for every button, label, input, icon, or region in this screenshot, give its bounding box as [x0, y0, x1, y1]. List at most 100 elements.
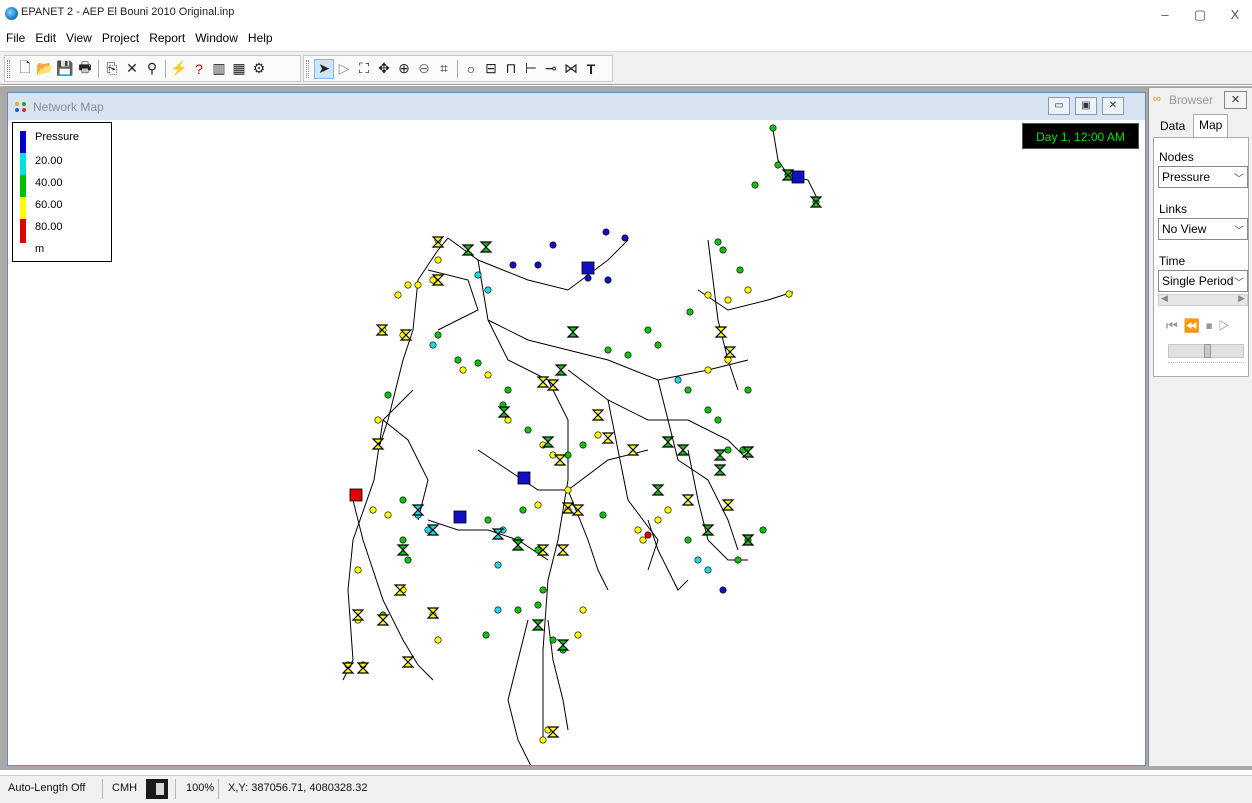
- junction-node[interactable]: [704, 406, 712, 414]
- browser-caption[interactable]: ∞ Browser ✕: [1149, 88, 1252, 112]
- valve-link[interactable]: [713, 464, 727, 476]
- map-minimize-button[interactable]: ▭: [1048, 97, 1070, 115]
- junction-node[interactable]: [704, 291, 712, 299]
- valve-link[interactable]: [497, 406, 511, 418]
- junction-node[interactable]: [524, 426, 532, 434]
- junction-node[interactable]: [744, 386, 752, 394]
- menu-window[interactable]: Window: [189, 28, 242, 45]
- valve-link[interactable]: [601, 432, 615, 444]
- select-object-icon[interactable]: ➤: [314, 58, 334, 79]
- pipe-link[interactable]: [707, 239, 739, 391]
- back-icon[interactable]: ⏪: [1184, 318, 1206, 333]
- network-drawing[interactable]: [8, 120, 1145, 765]
- valve-link[interactable]: [396, 544, 410, 556]
- select-region-icon[interactable]: ⛶: [354, 59, 374, 79]
- copy-icon[interactable]: ⎘: [102, 59, 122, 79]
- find-icon[interactable]: ⚲: [142, 59, 162, 79]
- run-icon[interactable]: ⚡: [169, 59, 189, 79]
- graph-icon[interactable]: ▥: [209, 59, 229, 79]
- pipe-link[interactable]: [377, 329, 414, 451]
- table-icon[interactable]: ▦: [229, 59, 249, 79]
- forward-icon[interactable]: ▷: [1218, 318, 1236, 333]
- pipe-link[interactable]: [352, 499, 434, 681]
- junction-node[interactable]: [484, 516, 492, 524]
- pipe-link[interactable]: [507, 619, 533, 765]
- junction-node[interactable]: [714, 416, 722, 424]
- junction-node[interactable]: [574, 631, 582, 639]
- junction-node[interactable]: [404, 281, 412, 289]
- menu-edit[interactable]: Edit: [29, 28, 60, 45]
- open-folder-icon[interactable]: 📂: [35, 59, 55, 79]
- junction-node[interactable]: [759, 526, 767, 534]
- save-icon[interactable]: 💾: [55, 59, 75, 79]
- pressure-legend[interactable]: Pressure 20.00 40.00 60.00 80.00 m: [12, 122, 112, 262]
- junction-node[interactable]: [384, 391, 392, 399]
- junction-node[interactable]: [594, 431, 602, 439]
- junction-node[interactable]: [429, 341, 437, 349]
- tank-node[interactable]: [453, 510, 467, 524]
- auto-length-status[interactable]: Auto-Length Off: [8, 782, 85, 794]
- add-pipe-icon[interactable]: ⊢: [521, 59, 541, 79]
- junction-node[interactable]: [454, 356, 462, 364]
- junction-node[interactable]: [494, 606, 502, 614]
- junction-node[interactable]: [686, 308, 694, 316]
- valve-link[interactable]: [401, 656, 415, 668]
- rewind-icon[interactable]: ⏮: [1166, 318, 1184, 333]
- junction-node[interactable]: [354, 566, 362, 574]
- valve-link[interactable]: [431, 236, 445, 248]
- valve-link[interactable]: [676, 444, 690, 456]
- junction-node[interactable]: [519, 506, 527, 514]
- junction-node[interactable]: [621, 234, 629, 242]
- scroll-left-icon[interactable]: ◀: [1161, 293, 1168, 304]
- menu-view[interactable]: View: [60, 28, 96, 45]
- time-scrollbar[interactable]: ◀ ▶: [1158, 293, 1248, 306]
- pipe-link[interactable]: [342, 389, 414, 681]
- add-junction-icon[interactable]: ○: [461, 59, 481, 79]
- junction-node[interactable]: [504, 416, 512, 424]
- network-map-canvas[interactable]: Pressure 20.00 40.00 60.00 80.00 m Day 1…: [8, 120, 1145, 765]
- valve-link[interactable]: [626, 444, 640, 456]
- valve-link[interactable]: [681, 494, 695, 506]
- junction-node[interactable]: [549, 241, 557, 249]
- valve-link[interactable]: [556, 544, 570, 556]
- add-reservoir-icon[interactable]: ⊟: [481, 59, 501, 79]
- pipe-link[interactable]: [547, 619, 569, 731]
- scroll-right-icon[interactable]: ▶: [1238, 293, 1245, 304]
- junction-node[interactable]: [434, 636, 442, 644]
- valve-link[interactable]: [721, 499, 735, 511]
- junction-node[interactable]: [769, 124, 777, 132]
- valve-link[interactable]: [351, 609, 365, 621]
- add-pump-icon[interactable]: ⊸: [541, 59, 561, 79]
- add-label-icon[interactable]: T: [581, 59, 601, 79]
- valve-link[interactable]: [566, 326, 580, 338]
- junction-node[interactable]: [719, 586, 727, 594]
- junction-node[interactable]: [639, 536, 647, 544]
- valve-link[interactable]: [371, 438, 385, 450]
- junction-node[interactable]: [539, 586, 547, 594]
- valve-link[interactable]: [511, 539, 525, 551]
- junction-node[interactable]: [724, 296, 732, 304]
- valve-link[interactable]: [356, 662, 370, 674]
- time-select[interactable]: Single Period ﹀: [1158, 270, 1248, 292]
- junction-node[interactable]: [644, 531, 652, 539]
- junction-node[interactable]: [664, 506, 672, 514]
- junction-node[interactable]: [584, 274, 592, 282]
- tank-node[interactable]: [349, 488, 363, 502]
- junction-node[interactable]: [634, 526, 642, 534]
- pan-icon[interactable]: ✥: [374, 59, 394, 79]
- valve-link[interactable]: [531, 619, 545, 631]
- pipe-link[interactable]: [567, 369, 749, 461]
- close-button[interactable]: X: [1220, 5, 1250, 25]
- toolbar-grip[interactable]: [306, 60, 309, 78]
- junction-node[interactable]: [414, 281, 422, 289]
- junction-node[interactable]: [785, 290, 793, 298]
- tank-node[interactable]: [517, 471, 531, 485]
- nodes-select[interactable]: Pressure ﹀: [1158, 166, 1248, 188]
- valve-link[interactable]: [571, 504, 585, 516]
- valve-link[interactable]: [713, 449, 727, 461]
- junction-node[interactable]: [399, 536, 407, 544]
- delete-icon[interactable]: ✕: [122, 59, 142, 79]
- junction-node[interactable]: [384, 511, 392, 519]
- junction-node[interactable]: [504, 386, 512, 394]
- junction-node[interactable]: [736, 266, 744, 274]
